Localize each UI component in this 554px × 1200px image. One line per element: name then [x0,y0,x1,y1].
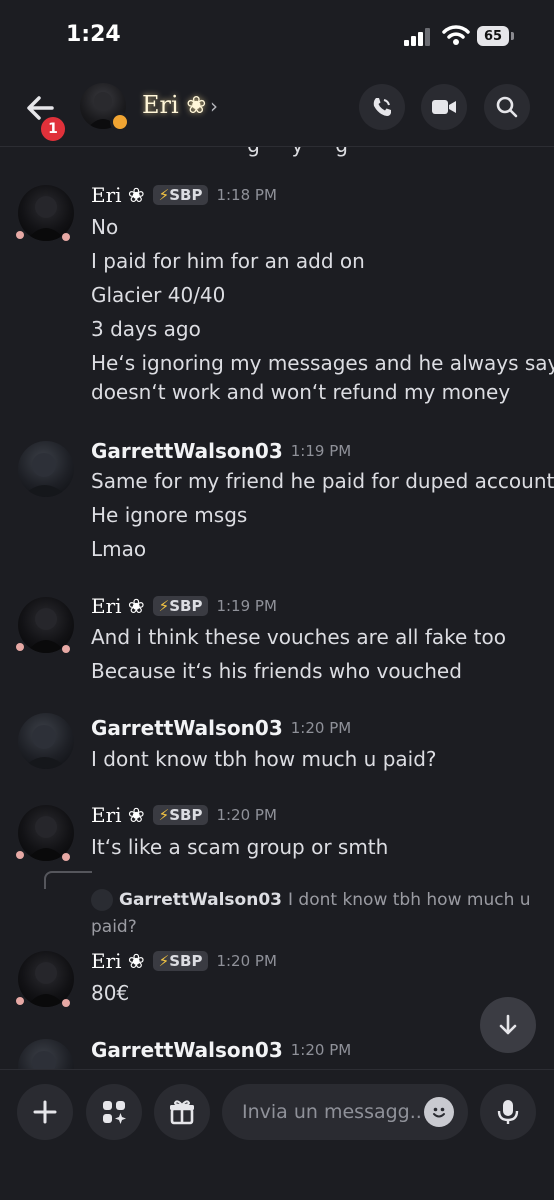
message-input[interactable] [240,1096,424,1128]
author-name[interactable]: Eri ❀ [91,594,145,618]
lightning-icon: ⚡ [158,597,170,615]
clipped-message-text: ···· ··· ··· ··· ···g ··· y ··· g ··· [120,147,373,157]
message-time: 1:20 PM [290,719,352,737]
message-time: 1:18 PM [216,186,277,204]
reply-text: I dont know tbh how much u [287,890,531,910]
message-text: Same for my friend he paid for duped acc… [91,469,554,493]
message-text: 80€ [91,981,130,1005]
message-header: Eri ❀ ⚡SBP 1:18 PM [91,183,277,207]
message-time: 1:19 PM [216,597,277,615]
flower-decoration [62,853,70,861]
server-tag-label: SBP [169,806,203,824]
server-tag[interactable]: ⚡SBP [152,185,209,205]
author-name[interactable]: Eri ❀ [91,183,145,207]
message-header: GarrettWalson03 1:20 PM [91,716,351,740]
lightning-icon: ⚡ [158,952,170,970]
message-text: He ignore msgs [91,503,248,527]
server-tag-label: SBP [169,952,203,970]
message-text: doesn‘t work and won‘t refund my money [91,380,511,404]
gift-button[interactable] [154,1084,210,1140]
message-time: 1:20 PM [216,806,277,824]
flower-decoration [62,233,70,241]
battery-tip [511,32,514,40]
phone-icon [373,98,391,116]
flower-decoration [16,231,24,239]
apps-button[interactable] [86,1084,142,1140]
reply-preview[interactable]: GarrettWalson03 I dont know tbh how much… [91,889,531,911]
flower-decoration [16,851,24,859]
server-tag[interactable]: ⚡SBP [152,596,209,616]
microphone-icon [497,1100,519,1124]
message-text: Lmao [91,537,147,561]
flower-decoration [16,997,24,1005]
lightning-icon: ⚡ [158,186,170,204]
flower-decoration [62,999,70,1007]
message-header: Eri ❀ ⚡SBP 1:20 PM [91,949,277,973]
message-text: Because it‘s his friends who vouched [91,659,462,683]
plus-icon [33,1100,57,1124]
message-header: GarrettWalson03 1:20 PM [91,1038,351,1062]
voice-message-button[interactable] [480,1084,536,1140]
video-camera-icon [432,100,456,114]
chevron-right-icon[interactable]: › [210,94,218,118]
avatar [91,889,113,911]
attach-button[interactable] [17,1084,73,1140]
search-icon [496,96,518,118]
message-header: Eri ❀ ⚡SBP 1:19 PM [91,594,277,618]
message-input-container[interactable] [222,1084,468,1140]
message-text: Glacier 40/40 [91,283,226,307]
avatar[interactable] [18,713,74,769]
message-header: Eri ❀ ⚡SBP 1:20 PM [91,803,277,827]
reply-text: paid? [91,917,137,937]
wifi-icon [442,25,470,45]
message-text: 3 days ago [91,317,201,341]
author-name[interactable]: GarrettWalson03 [91,1038,283,1062]
unread-badge: 1 [38,114,68,144]
video-call-button[interactable] [421,84,467,130]
search-button[interactable] [484,84,530,130]
message-time: 1:20 PM [290,1041,352,1059]
jump-to-present-button[interactable] [480,997,536,1053]
status-time: 1:24 [66,22,121,47]
flower-decoration [62,645,70,653]
message-list[interactable]: ···· ··· ··· ··· ···g ··· y ··· g ··· Er… [0,147,554,1069]
gift-icon [170,1100,194,1125]
arrow-down-icon [499,1014,517,1035]
avatar[interactable] [18,441,74,497]
server-tag-label: SBP [169,186,203,204]
flower-decoration [16,643,24,651]
message-text: He‘s ignoring my messages and he always … [91,351,554,375]
message-header: GarrettWalson03 1:19 PM [91,439,351,463]
status-idle-indicator [110,112,130,132]
voice-call-button[interactable] [359,84,405,130]
apps-icon [103,1101,126,1124]
message-text: No [91,215,119,239]
message-text: I dont know tbh how much u paid? [91,747,437,771]
emoji-icon [433,1107,445,1118]
channel-header: Eri ❀ › [0,72,554,147]
emoji-button[interactable] [424,1097,454,1127]
battery-indicator: 65 [477,26,509,46]
server-tag[interactable]: ⚡SBP [152,951,209,971]
message-text: And i think these vouches are all fake t… [91,625,506,649]
channel-name[interactable]: Eri ❀ [142,91,206,119]
cellular-signal-icon [404,28,434,46]
message-time: 1:20 PM [216,952,277,970]
message-text: I paid for him for an add on [91,249,365,273]
author-name[interactable]: GarrettWalson03 [91,716,283,740]
reply-connector [44,871,92,889]
reply-author: GarrettWalson03 [119,890,282,910]
lightning-icon: ⚡ [158,806,170,824]
server-tag-label: SBP [169,597,203,615]
server-tag[interactable]: ⚡SBP [152,805,209,825]
message-text: It‘s like a scam group or smth [91,835,389,859]
status-bar: 1:24 65 [0,0,554,72]
message-time: 1:19 PM [290,442,352,460]
avatar[interactable] [18,1039,74,1069]
author-name[interactable]: Eri ❀ [91,803,145,827]
author-name[interactable]: Eri ❀ [91,949,145,973]
author-name[interactable]: GarrettWalson03 [91,439,283,463]
message-composer [0,1069,554,1200]
